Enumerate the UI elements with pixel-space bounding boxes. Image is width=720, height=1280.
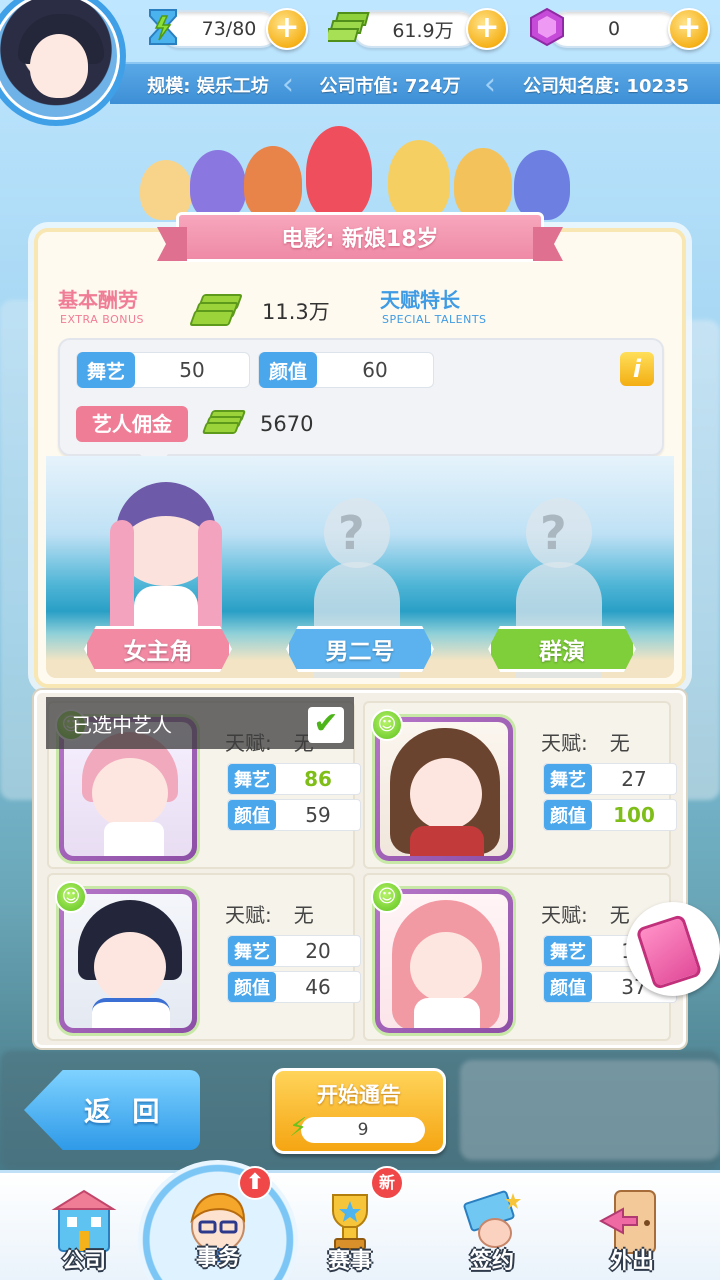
lightning-icon: ⚡: [289, 1113, 308, 1143]
artist-dance-stat: 舞艺 86: [227, 763, 361, 795]
required-looks-stat: 颜值 60: [258, 352, 434, 388]
artist-talent: 天赋:无: [225, 903, 314, 927]
separator-chevron-icon: ‹: [484, 67, 496, 102]
back-button[interactable]: 返 回: [24, 1070, 200, 1150]
company-fame: 公司知名度: 10235: [522, 76, 690, 97]
artist-looks-value: 59: [305, 803, 331, 827]
separator-chevron-icon: ‹: [282, 67, 294, 102]
talent-label: 天赋特长: [380, 288, 460, 312]
artist-card[interactable]: ☺ 天赋: 无 舞艺 20 颜值 46: [47, 873, 361, 1041]
smile-mood-icon: ☺: [371, 709, 403, 741]
dance-tag: 舞艺: [77, 352, 136, 388]
back-button-label: 返 回: [84, 1097, 166, 1128]
nav-outing[interactable]: 外出: [572, 1179, 692, 1280]
artist-card[interactable]: ☺ 天赋: 无 舞艺 27 颜值 100: [363, 701, 677, 869]
base-pay-sublabel: EXTRA BONUS: [60, 313, 145, 326]
role-extras[interactable]: 群演: [488, 626, 636, 672]
smile-mood-icon: ☺: [55, 881, 87, 913]
cash-stack-icon: [201, 410, 248, 440]
add-cash-button[interactable]: +: [466, 8, 508, 50]
commission-tag: 艺人佣金: [76, 406, 188, 442]
looks-tag: 颜值: [259, 352, 318, 388]
start-button-label: 开始通告: [317, 1083, 401, 1107]
start-cost-value: 9: [301, 1117, 425, 1143]
nav-contest-label: 赛事: [327, 1249, 372, 1274]
nav-outing-label: 外出: [609, 1249, 654, 1274]
checkmark-icon[interactable]: ✔: [308, 707, 344, 743]
gem-value: 0: [607, 18, 621, 40]
artist-talent: 天赋:无: [541, 731, 630, 755]
artist-looks-stat: 颜值 59: [227, 799, 361, 831]
artist-dance-value: 20: [305, 939, 331, 963]
smile-mood-icon: ☺: [371, 881, 403, 913]
talent-sublabel: SPECIAL TALENTS: [382, 313, 487, 326]
artist-dance-value: 86: [304, 767, 332, 791]
nav-sign[interactable]: 签约: [432, 1179, 552, 1280]
role-male-supporting[interactable]: 男二号: [286, 626, 434, 672]
top-hud: 73/80 + 61.9万 + 0 + 规模: 娱乐工坊 ‹ 公司市值: 724…: [0, 0, 720, 126]
hourglass-energy-icon: [140, 4, 186, 50]
artist-dance-value: 27: [621, 767, 647, 791]
artist-looks-value: 46: [305, 975, 331, 999]
bottom-nav: 公司 赛事 签约 外出: [0, 1170, 720, 1280]
cash-stack-icon: [328, 4, 374, 50]
info-icon[interactable]: i: [620, 352, 654, 386]
base-pay-label: 基本酬劳: [58, 288, 138, 312]
required-dance-value: 50: [179, 358, 205, 382]
energy-value: 73/80: [201, 18, 257, 40]
artist-dance-stat: 舞艺 20: [227, 935, 361, 967]
artist-card[interactable]: ☺ 天赋:无 舞艺13 颜值37: [363, 873, 677, 1041]
artist-looks-stat: 颜值 100: [543, 799, 677, 831]
add-energy-button[interactable]: +: [266, 8, 308, 50]
cash-value: 61.9万: [392, 19, 454, 42]
player-avatar[interactable]: [0, 0, 126, 126]
company-market-value: 公司市值: 724万: [319, 76, 461, 97]
cash-stack-icon: [189, 294, 243, 328]
company-info-bar: 规模: 娱乐工坊 ‹ 公司市值: 724万 ‹ 公司知名度: 10235: [110, 62, 720, 104]
commission-value: 5670: [260, 412, 314, 436]
company-scale: 规模: 娱乐工坊: [147, 76, 269, 97]
chibi-characters-decoration: [140, 120, 580, 220]
phone-icon[interactable]: [626, 902, 720, 996]
role-lead-actress[interactable]: 女主角: [84, 626, 232, 672]
artist-looks-stat: 颜值 46: [227, 971, 361, 1003]
artist-talent: 天赋:无: [541, 903, 630, 927]
add-gems-button[interactable]: +: [668, 8, 710, 50]
nav-company-label: 公司: [61, 1249, 106, 1274]
required-dance-stat: 舞艺 50: [76, 352, 250, 388]
new-badge: 新: [370, 1166, 404, 1200]
nav-company[interactable]: 公司: [24, 1179, 144, 1280]
start-announcement-button[interactable]: 开始通告 9 ⚡: [272, 1068, 446, 1154]
requirements-box: 舞艺 50 颜值 60 i 艺人佣金 5670: [58, 338, 664, 472]
nav-affairs-label: 事务: [195, 1246, 240, 1271]
unknown-mark: ?: [540, 506, 567, 560]
artist-dance-stat: 舞艺 27: [543, 763, 677, 795]
base-pay-value: 11.3万: [262, 300, 330, 324]
film-title: 电影: 新娘18岁: [176, 212, 544, 262]
notification-arrow-icon: ⬆: [238, 1166, 272, 1200]
nav-sign-label: 签约: [469, 1249, 514, 1274]
unknown-mark: ?: [338, 506, 365, 560]
artist-looks-value: 100: [613, 803, 655, 827]
diamond-gem-icon: [524, 4, 570, 50]
required-looks-value: 60: [362, 358, 388, 382]
